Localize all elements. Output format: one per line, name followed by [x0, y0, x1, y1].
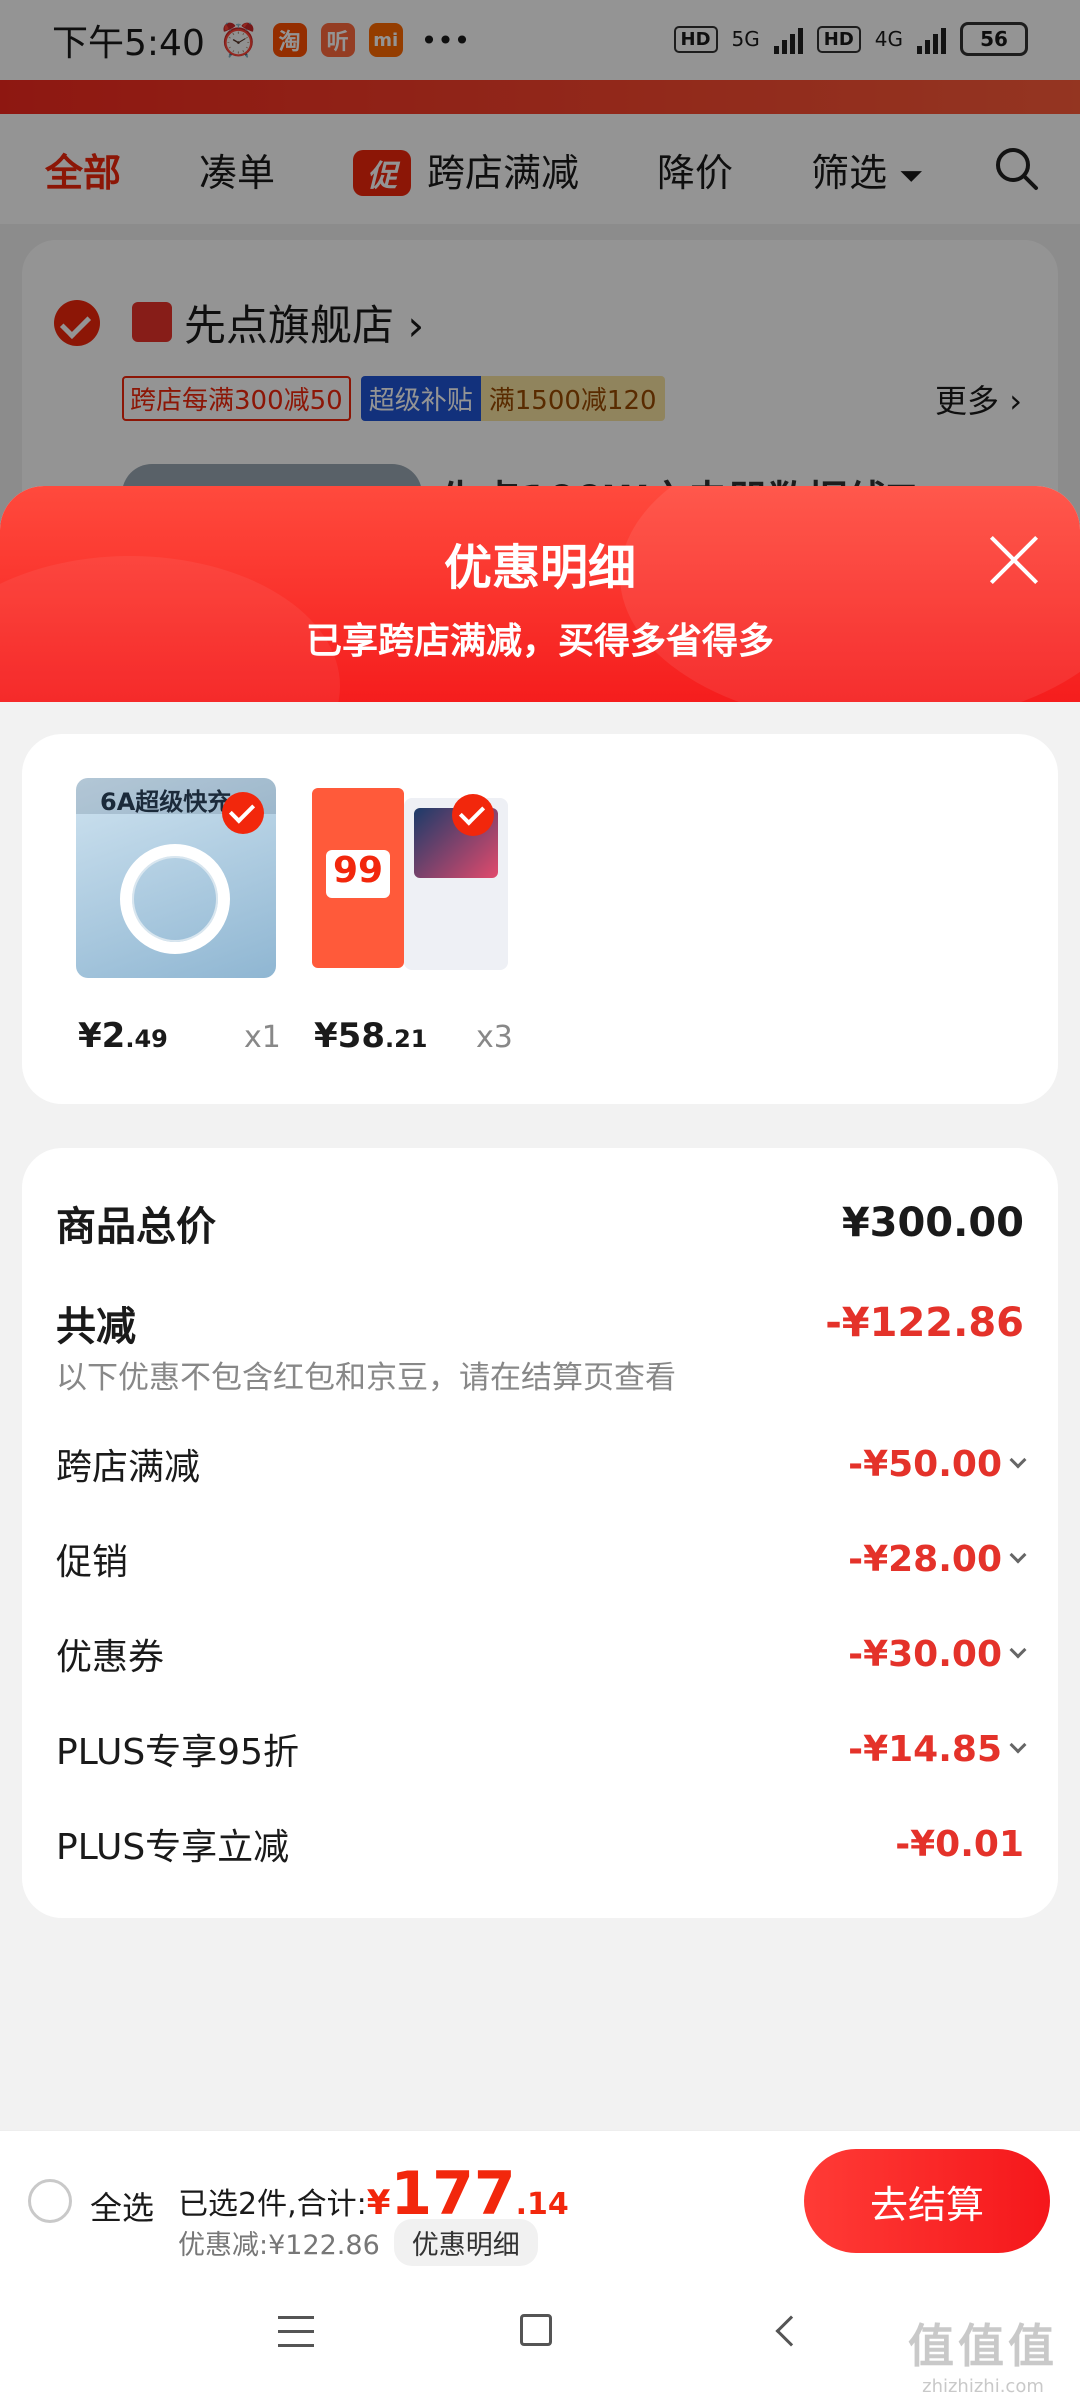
- select-all-checkbox[interactable]: [28, 2179, 72, 2223]
- watermark-logo: 值值值 zhizhizhi.com: [908, 2319, 1058, 2397]
- chevron-down-icon: [1009, 1546, 1027, 1564]
- product-qty: x1: [244, 1020, 281, 1055]
- discount-value: -¥0.01: [895, 1823, 1024, 1865]
- discount-value: -¥14.85: [848, 1729, 1027, 1770]
- discount-label: PLUS专享95折: [56, 1732, 299, 1773]
- discount-row[interactable]: 优惠券 -¥30.00: [56, 1628, 1027, 1680]
- discount-row[interactable]: 跨店满减 -¥50.00: [56, 1438, 1027, 1490]
- product-thumbnail-cable: 6A超级快充: [76, 778, 276, 978]
- product-price: ¥58.21: [314, 1016, 428, 1056]
- discount-row: PLUS专享立减 -¥0.01: [56, 1818, 1024, 1870]
- discount-label: PLUS专享立减: [56, 1827, 290, 1868]
- close-icon[interactable]: [986, 532, 1042, 588]
- discount-value: -¥28.00: [848, 1539, 1027, 1580]
- menu-icon[interactable]: [278, 2316, 314, 2348]
- discount-row[interactable]: 促销 -¥28.00: [56, 1533, 1027, 1585]
- product-qty: x3: [476, 1020, 513, 1055]
- checkout-button[interactable]: 去结算: [804, 2149, 1050, 2253]
- discount-value: -¥30.00: [848, 1634, 1027, 1675]
- saving-label: 共减: [56, 1304, 136, 1350]
- total-label: 商品总价: [56, 1204, 216, 1250]
- sheet-header: 优惠明细 已享跨店满减，买得多省得多: [0, 486, 1080, 702]
- discount-detail-button[interactable]: 优惠明细: [393, 2219, 538, 2266]
- saving-row: 共减 -¥122.86: [56, 1294, 1024, 1352]
- saving-note: 以下优惠不包含红包和京豆，请在结算页查看: [56, 1360, 676, 1396]
- discount-label: 促销: [56, 1542, 129, 1583]
- chevron-down-icon: [1009, 1736, 1027, 1754]
- discount-row[interactable]: PLUS专享95折 -¥14.85: [56, 1723, 1027, 1775]
- discount-value: -¥50.00: [848, 1444, 1027, 1485]
- chevron-down-icon: [1009, 1641, 1027, 1659]
- home-icon[interactable]: [520, 2314, 552, 2346]
- product-price: ¥2.49: [78, 1016, 168, 1056]
- select-all-label[interactable]: 全选: [90, 2183, 154, 2229]
- back-icon[interactable]: [775, 2315, 807, 2347]
- summary-prefix: 已选2件,合计:: [178, 2187, 367, 2222]
- product-thumbnail-catfood: 99: [312, 778, 512, 978]
- check-icon: [452, 794, 494, 836]
- total-value: ¥300.00: [841, 1200, 1024, 1246]
- currency-symbol: ¥: [366, 2183, 391, 2223]
- sheet-title: 优惠明细: [443, 540, 636, 596]
- thumb-text: 99: [326, 850, 390, 898]
- price-breakdown-card: 商品总价 ¥300.00 共减 -¥122.86 以下优惠不包含红包和京豆，请在…: [22, 1148, 1058, 1918]
- checkout-bar: 全选 已选2件,合计:¥177.14 优惠减:¥122.86 优惠明细 去结算: [0, 2130, 1080, 2270]
- saving-text: 优惠减:¥122.86: [178, 2230, 380, 2261]
- total-row: 商品总价 ¥300.00: [56, 1194, 1024, 1252]
- saving-summary: 优惠减:¥122.86 优惠明细: [178, 2219, 538, 2266]
- check-icon: [222, 792, 264, 834]
- system-nav-bar: 值值值 zhizhizhi.com: [0, 2270, 1080, 2400]
- discount-label: 优惠券: [56, 1637, 165, 1678]
- discount-detail-sheet: 优惠明细 已享跨店满减，买得多省得多 6A超级快充 99 ¥2.49 x1 ¥5…: [0, 486, 1080, 2400]
- selected-products-card: 6A超级快充 99 ¥2.49 x1 ¥58.21 x3: [22, 734, 1058, 1104]
- total-amount-decimal: .14: [515, 2187, 569, 2222]
- saving-value: -¥122.86: [825, 1300, 1024, 1346]
- discount-label: 跨店满减: [56, 1447, 201, 1488]
- chevron-down-icon: [1009, 1451, 1027, 1469]
- sheet-subtitle: 已享跨店满减，买得多省得多: [305, 621, 774, 662]
